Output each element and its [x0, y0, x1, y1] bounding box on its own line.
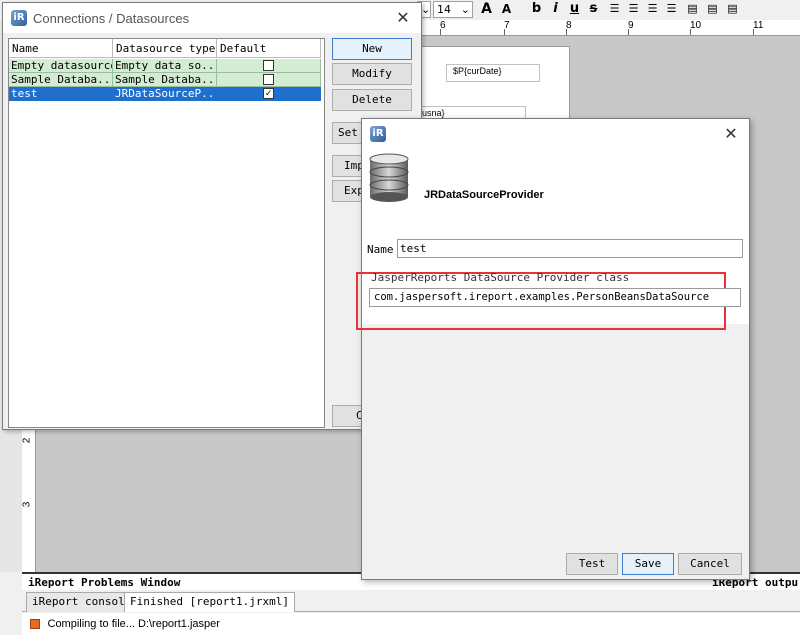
underline-button[interactable]: u: [566, 0, 583, 18]
cancel-button[interactable]: Cancel: [678, 553, 742, 575]
tab-ireport-console[interactable]: iReport console: [26, 592, 138, 612]
strikethrough-button[interactable]: s: [585, 0, 602, 18]
connections-title: Connections / Datasources: [33, 11, 190, 26]
cell-name: Empty datasource: [9, 59, 113, 73]
console-text: Compiling to file... D:\report1.jasper: [47, 618, 220, 630]
cell-type: JRDataSourceP...: [113, 87, 217, 101]
ruler-tick-label: 2: [21, 437, 33, 444]
chevron-down-icon: ⌄: [460, 3, 470, 16]
font-size-value: 14: [437, 3, 451, 16]
cell-name: test: [9, 87, 113, 101]
align-center-icon[interactable]: ☰: [625, 0, 642, 18]
provider-class-input[interactable]: com.jaspersoft.ireport.examples.PersonBe…: [369, 288, 741, 307]
console-tabbar: iReport console Finished [report1.jrxml]: [22, 590, 800, 612]
cell-default: [217, 73, 321, 87]
console-output: Compiling to file... D:\report1.jasper: [22, 613, 800, 635]
provider-title: JRDataSourceProvider: [424, 189, 544, 201]
cell-type: Sample Databa...: [113, 73, 217, 87]
table-row[interactable]: Sample Databa... Sample Databa...: [9, 73, 321, 87]
compile-icon: [30, 619, 40, 629]
align-middle-icon[interactable]: ▤: [704, 0, 721, 18]
modify-button[interactable]: Modify: [332, 63, 412, 85]
ireport-app-icon: iR: [370, 126, 386, 142]
database-icon: [369, 153, 409, 202]
bold-button[interactable]: b: [528, 0, 545, 18]
jrds-footer: Test Save Cancel: [362, 551, 749, 579]
cell-name: Sample Databa...: [9, 73, 113, 87]
connections-dialog: iR Connections / Datasources ✕ Name Data…: [2, 2, 422, 430]
align-top-icon[interactable]: ▤: [684, 0, 701, 18]
tab-finished-report[interactable]: Finished [report1.jrxml]: [124, 592, 295, 612]
ruler-tick-label: 11: [753, 20, 764, 31]
align-left-icon[interactable]: ☰: [606, 0, 623, 18]
jrds-header: JRDataSourceProvider Name test JasperRep…: [356, 149, 749, 330]
ruler-tick-label: 3: [21, 501, 33, 508]
jrdatasource-dialog: iR ✕ JRDataSourceProvider Name test Jasp…: [356, 118, 750, 580]
problems-window-title: iReport Problems Window: [28, 576, 181, 589]
close-icon[interactable]: ✕: [720, 124, 742, 144]
column-header-name[interactable]: Name: [9, 39, 113, 58]
connections-titlebar: iR Connections / Datasources ✕: [3, 3, 421, 33]
align-bottom-icon[interactable]: ▤: [724, 0, 741, 18]
cell-type: Empty data so...: [113, 59, 217, 73]
vertical-ruler: 2 3: [21, 425, 36, 572]
decrease-font-button[interactable]: A: [498, 0, 515, 18]
increase-font-button[interactable]: A: [478, 0, 495, 18]
align-justify-icon[interactable]: ☰: [663, 0, 680, 18]
report-field-curdate[interactable]: $P{curDate}: [446, 64, 540, 82]
cell-default: [217, 59, 321, 73]
name-label: Name: [367, 243, 394, 256]
delete-button[interactable]: Delete: [332, 89, 412, 111]
test-button[interactable]: Test: [566, 553, 618, 575]
align-right-icon[interactable]: ☰: [644, 0, 661, 18]
jrds-titlebar: iR ✕: [362, 119, 749, 149]
font-size-select[interactable]: 14 ⌄: [433, 1, 473, 18]
table-row[interactable]: Empty datasource Empty data so...: [9, 59, 321, 73]
default-checkbox[interactable]: [263, 60, 274, 71]
report-page[interactable]: $P{curDate} P{usna}: [406, 46, 570, 126]
ireport-app-icon: iR: [11, 10, 27, 26]
column-header-default[interactable]: Default: [217, 39, 321, 58]
horizontal-ruler: 6 7 8 9 10 11: [415, 20, 800, 36]
default-checkbox-checked[interactable]: ✓: [263, 88, 274, 99]
save-button[interactable]: Save: [622, 553, 674, 575]
ruler-tick-label: 10: [690, 20, 702, 31]
connections-table: Name Datasource type Default Empty datas…: [8, 38, 325, 428]
italic-button[interactable]: i: [547, 0, 564, 18]
column-header-type[interactable]: Datasource type: [113, 39, 217, 58]
close-icon[interactable]: ✕: [392, 8, 414, 28]
name-input[interactable]: test: [397, 239, 743, 258]
cell-default: ✓: [217, 87, 321, 101]
default-checkbox[interactable]: [263, 74, 274, 85]
table-row-selected[interactable]: test JRDataSourceP... ✓: [9, 87, 321, 101]
new-button[interactable]: New: [332, 38, 412, 60]
provider-class-label: JasperReports DataSource Provider class: [371, 271, 630, 284]
